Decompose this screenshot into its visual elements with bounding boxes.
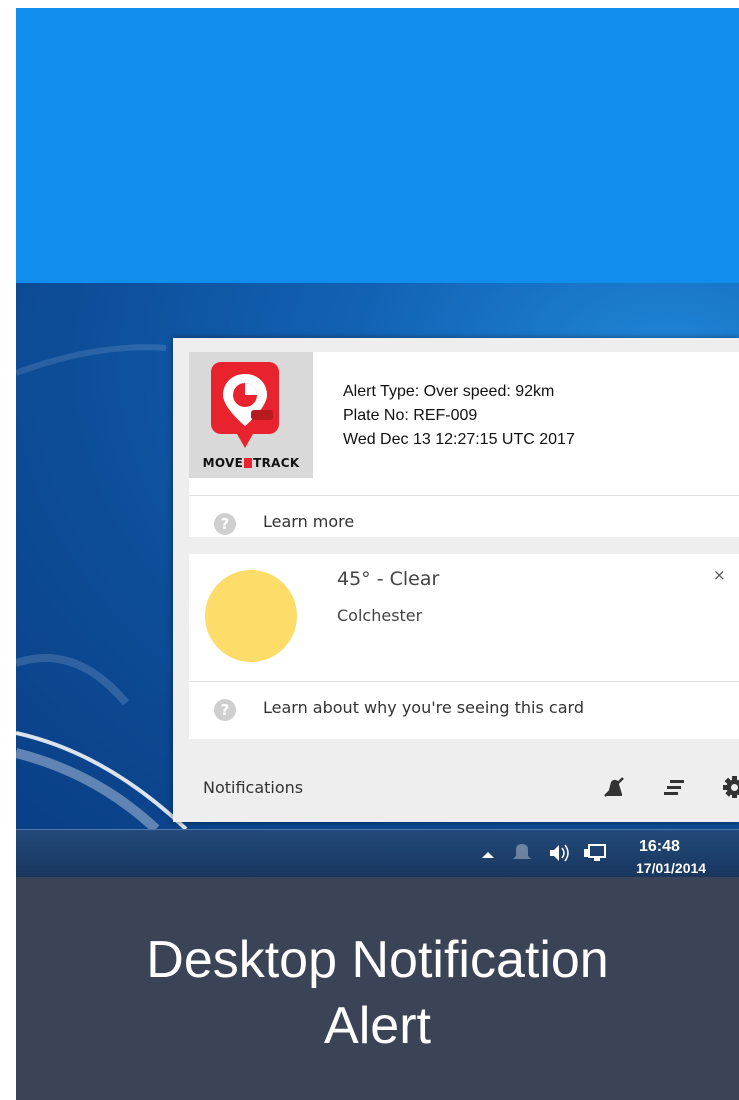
learn-more-label: Learn more <box>263 512 355 531</box>
weather-learn-label: Learn about why you're seeing this card <box>263 698 584 717</box>
alert-notification-card[interactable]: MOVE TRACK Alert Type: Over speed: 92km P… <box>189 352 739 537</box>
weather-image <box>189 554 313 680</box>
app-logo: MOVE TRACK <box>189 352 313 478</box>
taskbar-clock[interactable]: 16:48 <box>639 838 680 856</box>
clear-all-icon[interactable] <box>661 774 687 800</box>
weather-temperature: 45° - Clear <box>337 568 440 590</box>
taskbar-date[interactable]: 17/01/2014 <box>636 860 706 876</box>
help-icon: ? <box>214 513 236 535</box>
close-icon[interactable]: × <box>713 566 726 584</box>
settings-icon[interactable] <box>721 774 739 800</box>
caption-line-1: Desktop Notification <box>146 931 609 989</box>
frame: 16:48 17/01/2014 MOVE TRACK Alert Type: O… <box>16 8 739 1100</box>
weather-location: Colchester <box>337 606 423 625</box>
alert-type-line: Alert Type: Over speed: 92km <box>343 383 555 400</box>
weather-card[interactable]: 45° - Clear Colchester × ? Learn about w… <box>189 554 739 739</box>
tray-arrow-icon[interactable] <box>482 852 494 858</box>
pin-icon <box>211 362 279 448</box>
system-tray <box>482 844 606 862</box>
notifications-title: Notifications <box>203 778 304 797</box>
top-banner <box>16 8 739 283</box>
volume-icon[interactable] <box>550 844 569 862</box>
caption-line-2: Alert <box>324 997 431 1055</box>
alert-timestamp-line: Wed Dec 13 12:27:15 UTC 2017 <box>343 431 575 448</box>
alert-message: Alert Type: Over speed: 92km Plate No: R… <box>343 380 575 452</box>
notification-center: MOVE TRACK Alert Type: Over speed: 92km P… <box>173 338 739 822</box>
caption-banner: Desktop Notification Alert <box>16 877 739 1100</box>
network-icon[interactable] <box>584 844 606 861</box>
taskbar: 16:48 17/01/2014 <box>16 829 739 878</box>
mute-icon[interactable] <box>601 774 627 800</box>
plate-number-line: Plate No: REF-009 <box>343 407 478 424</box>
weather-learn-link[interactable]: ? Learn about why you're seeing this car… <box>189 682 739 738</box>
sun-icon <box>205 570 297 662</box>
brand-wordmark: MOVE TRACK <box>202 456 300 470</box>
help-icon: ? <box>214 699 236 721</box>
bell-icon[interactable] <box>513 844 531 859</box>
learn-more-link[interactable]: ? Learn more <box>189 496 739 552</box>
